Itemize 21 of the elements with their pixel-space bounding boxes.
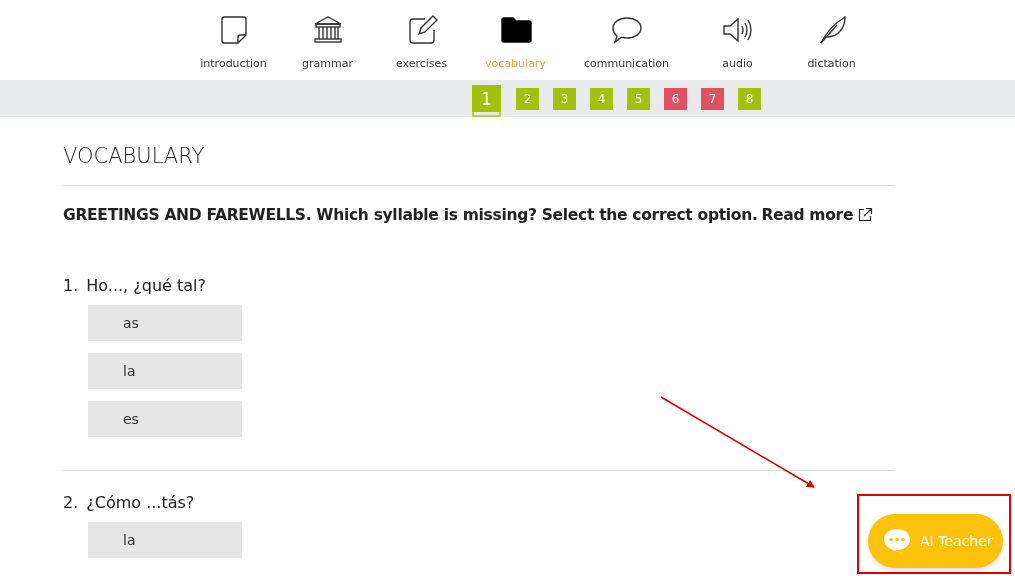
- read-more-link[interactable]: Read more: [761, 203, 854, 227]
- question-number: 2.: [63, 492, 79, 514]
- answer-option[interactable]: la: [88, 522, 242, 558]
- answer-option[interactable]: es: [88, 401, 242, 437]
- section-tab[interactable]: introduction: [186, 0, 281, 70]
- chat-icon: [882, 527, 912, 555]
- external-link-icon: [857, 207, 874, 223]
- section-tab[interactable]: grammar: [280, 0, 375, 70]
- question-text: ¿Cómo ...tás?: [86, 492, 195, 514]
- section-tab[interactable]: exercises: [374, 0, 469, 70]
- section-tab[interactable]: communication: [562, 0, 691, 70]
- section-tab[interactable]: audio: [690, 0, 785, 70]
- question-text: Ho..., ¿qué tal?: [86, 275, 206, 297]
- step-button[interactable]: 7: [701, 87, 724, 110]
- step-button[interactable]: 6: [664, 87, 687, 110]
- question-number: 1.: [63, 275, 79, 297]
- section-title: VOCABULARY: [63, 143, 206, 170]
- section-tab[interactable]: dictation: [784, 0, 879, 70]
- instruction-text: GREETINGS AND FAREWELLS. Which syllable is missing? Select the correct option.: [63, 205, 758, 226]
- answer-option[interactable]: la: [88, 353, 242, 389]
- answer-option[interactable]: as: [88, 305, 242, 341]
